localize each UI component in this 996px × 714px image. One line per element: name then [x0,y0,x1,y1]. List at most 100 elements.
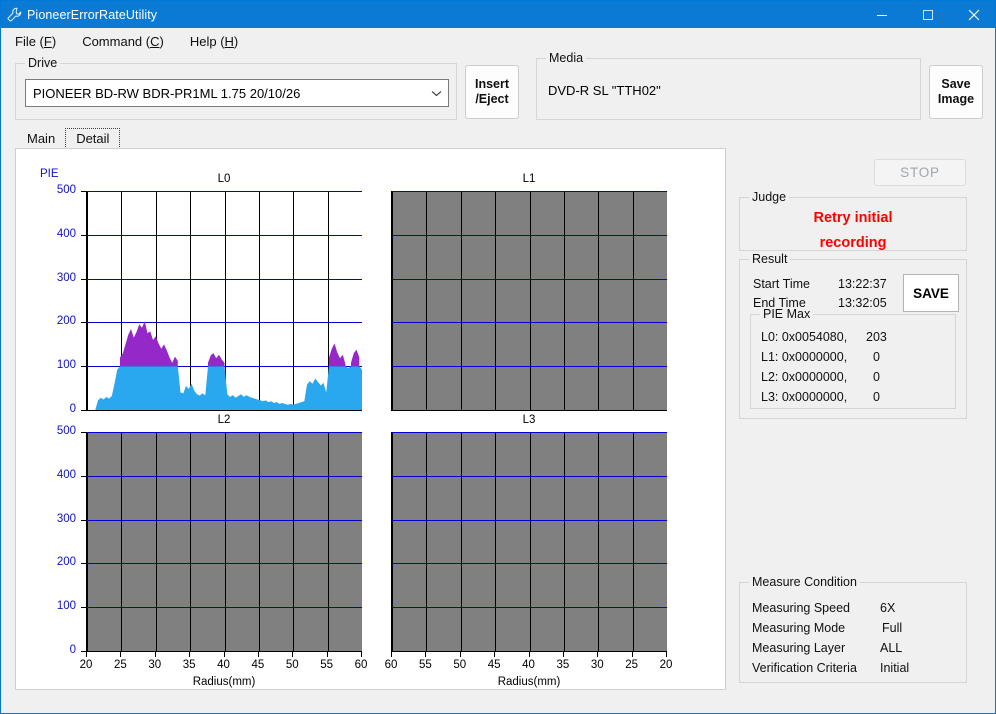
y-axis-tick-label: 200 [56,315,76,328]
horizontal-gridline [87,432,362,433]
pie-max-l1-value: 0 [873,350,880,364]
horizontal-gridline [87,607,362,608]
vertical-gridline [495,191,496,411]
y-axis-tick [81,476,86,477]
insert-eject-line2: /Eject [475,92,509,106]
stop-button-label: STOP [900,165,940,180]
menu-help-pre: Help ( [189,33,225,49]
minimize-button[interactable] [859,1,905,28]
x-axis-tick-label: 60 [384,659,398,671]
stop-button[interactable]: STOP [874,159,966,186]
title-bar: PioneerErrorRateUtility [1,1,995,28]
pie-max-group-title: PIE Max [760,307,814,321]
menu-file-accel: F [43,33,52,49]
x-axis-tick-label: 55 [418,659,432,671]
pie-max-l0-key: L0: 0x0054080, [761,330,848,344]
x-axis-tick [361,652,362,657]
plot-canvas [392,191,667,411]
media-group: Media DVD-R SL "TTH02" [536,51,921,120]
insert-eject-button[interactable]: Insert /Eject [465,65,519,119]
tab-detail-label: Detail [76,131,110,146]
x-axis-caption: Radius(mm) [192,676,256,688]
tab-main-label: Main [27,131,56,146]
x-axis-tick-label: 40 [217,659,230,671]
horizontal-gridline [392,235,667,236]
chart-title-l0: L0 [217,173,231,185]
horizontal-gridline [392,279,667,280]
y-axis-tick [81,520,86,521]
menu-item-file[interactable]: File (F) [15,34,56,49]
menu-item-command[interactable]: Command (C) [82,34,164,49]
tab-main[interactable]: Main [17,128,66,149]
measuring-mode-key: Measuring Mode [752,621,846,635]
x-axis-tick [292,652,293,657]
x-axis-tick-label: 30 [148,659,162,671]
vertical-gridline [259,432,260,652]
x-axis-tick [563,652,564,657]
x-axis-tick-label: 25 [113,659,127,671]
y-axis-tick [81,366,86,367]
pie-max-l3-key: L3: 0x0000000, [761,390,848,404]
axis-baseline [392,410,667,411]
y-axis-tick [81,235,86,236]
maximize-button[interactable] [905,1,951,28]
save-image-button[interactable]: Save Image [929,65,983,119]
horizontal-gridline [87,476,362,477]
pie-max-l2-value: 0 [873,370,880,384]
x-axis-tick [425,652,426,657]
x-axis-tick [120,652,121,657]
y-axis-tick-label: 100 [56,600,76,613]
judge-verdict: Retry initial recording [740,206,966,255]
horizontal-gridline [392,476,667,477]
pie-max-group: PIE Max L0: 0x0054080, 203 L1: 0x0000000… [750,307,956,409]
measuring-speed-key: Measuring Speed [752,601,850,615]
plot-area-l2 [86,432,362,652]
horizontal-gridline [392,607,667,608]
y-axis-tick-label: 400 [56,468,76,481]
vertical-gridline [564,432,565,652]
vertical-gridline [495,432,496,652]
x-axis-caption: Radius(mm) [497,676,561,688]
y-axis-tick [81,322,86,323]
pie-axis-label: PIE [40,168,59,180]
measuring-layer-value: ALL [880,641,903,655]
vertical-gridline [87,432,88,652]
chart-title-l2: L2 [217,414,231,426]
vertical-gridline [293,432,294,652]
vertical-gridline [530,432,531,652]
x-axis-tick [460,652,461,657]
vertical-gridline [461,432,462,652]
y-axis-tick [81,191,86,192]
vertical-gridline [156,432,157,652]
x-axis-tick [258,652,259,657]
pie-max-l2-key: L2: 0x0000000, [761,370,848,384]
chevron-down-icon [428,90,444,97]
save-button[interactable]: SAVE [903,274,959,312]
horizontal-gridline [392,366,667,367]
menu-command-accel: C [150,33,160,49]
vertical-gridline [530,191,531,411]
x-axis-tick-label: 30 [590,659,604,671]
vertical-gridline [633,432,634,652]
y-axis-tick [81,279,86,280]
x-axis-tick [529,652,530,657]
y-axis-tick-label: 500 [56,425,76,437]
horizontal-gridline [87,520,362,521]
x-axis-tick [494,652,495,657]
save-image-line1: Save [941,77,971,92]
plot-canvas [87,432,362,652]
pie-max-l3-value: 0 [873,390,880,404]
plot-area-l0 [86,191,362,411]
window-title: PioneerErrorRateUtility [27,7,158,22]
insert-eject-line1: Insert [474,77,510,92]
close-button[interactable] [951,1,995,28]
y-axis-tick [81,607,86,608]
tab-detail[interactable]: Detail [65,128,121,149]
x-axis-tick [155,652,156,657]
menu-item-help[interactable]: Help (H) [190,34,238,49]
y-axis-tick-label: 200 [56,556,76,569]
save-image-line2: Image [937,92,975,106]
y-axis-tick [81,563,86,564]
vertical-gridline [598,191,599,411]
drive-select[interactable]: PIONEER BD-RW BDR-PR1ML 1.75 20/10/26 [25,79,449,107]
